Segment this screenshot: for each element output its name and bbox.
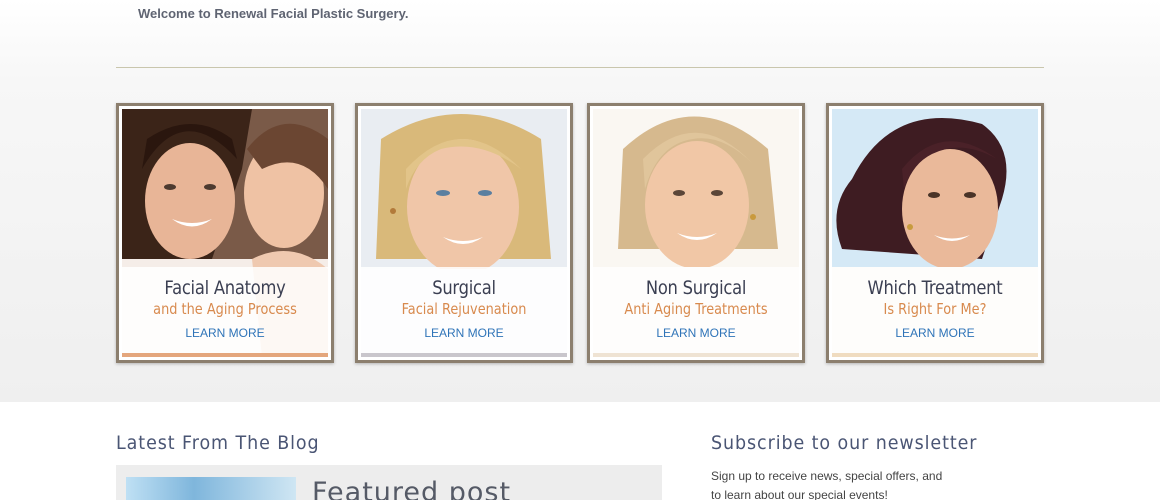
card-title: Non Surgical [645, 277, 747, 299]
card-caption: Which Treatment Is Right For Me? LEARN M… [832, 267, 1038, 353]
card-non-surgical[interactable]: Non Surgical Anti Aging Treatments LEARN… [587, 103, 805, 363]
card-subtitle: Is Right For Me? [883, 300, 987, 318]
card-footer-band [832, 353, 1038, 357]
card-subtitle: and the Aging Process [153, 300, 297, 318]
newsletter-text-line: to learn about our special events! [711, 488, 888, 500]
card-facial-anatomy[interactable]: Facial Anatomy and the Aging Process LEA… [116, 103, 334, 363]
card-surgical[interactable]: Surgical Facial Rejuvenation LEARN MORE [355, 103, 573, 363]
featured-post-title[interactable]: Featured post [312, 477, 511, 500]
card-footer-band [593, 353, 799, 357]
newsletter-description: Sign up to receive news, special offers,… [711, 467, 971, 500]
learn-more-link[interactable]: LEARN MORE [832, 326, 1038, 340]
card-which-treatment[interactable]: Which Treatment Is Right For Me? LEARN M… [826, 103, 1044, 363]
blog-heading: Latest From The Blog [116, 432, 320, 454]
header-divider [116, 67, 1044, 68]
card-caption: Surgical Facial Rejuvenation LEARN MORE [361, 267, 567, 353]
learn-more-link[interactable]: LEARN MORE [122, 326, 328, 340]
card-caption: Non Surgical Anti Aging Treatments LEARN… [593, 267, 799, 353]
card-title: Surgical [432, 277, 496, 299]
card-title: Which Treatment [867, 277, 1003, 299]
card-caption: Facial Anatomy and the Aging Process LEA… [122, 267, 328, 353]
learn-more-link[interactable]: LEARN MORE [361, 326, 567, 340]
card-subtitle: Anti Aging Treatments [624, 300, 768, 318]
card-title: Facial Anatomy [164, 277, 286, 299]
card-footer-band [361, 353, 567, 357]
card-footer-band [122, 353, 328, 357]
learn-more-link[interactable]: LEARN MORE [593, 326, 799, 340]
featured-post-box[interactable]: Featured post [116, 465, 662, 500]
newsletter-text-line: Sign up to receive news, special offers,… [711, 469, 943, 483]
card-subtitle: Facial Rejuvenation [401, 300, 527, 318]
welcome-text: Welcome to Renewal Facial Plastic Surger… [138, 6, 409, 21]
newsletter-heading: Subscribe to our newsletter [711, 432, 978, 454]
featured-post-thumbnail[interactable] [126, 477, 296, 500]
